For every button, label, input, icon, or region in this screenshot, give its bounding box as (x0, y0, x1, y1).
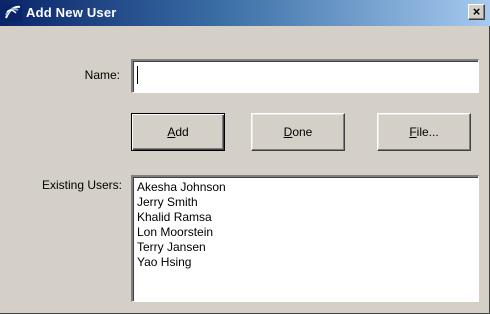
done-button-label: one (292, 125, 313, 139)
done-button-accel: D (283, 125, 293, 139)
file-button-label: ile... (416, 125, 439, 139)
add-button-label: dd (175, 125, 189, 139)
text-caret (137, 66, 138, 84)
window-title: Add New User (26, 5, 117, 20)
list-item[interactable]: Khalid Ramsa (137, 210, 474, 225)
close-button[interactable]: × (468, 4, 485, 20)
existing-users-list[interactable]: Akesha Johnson Jerry Smith Khalid Ramsa … (131, 175, 479, 302)
title-bar[interactable]: Add New User × (0, 0, 490, 26)
list-item[interactable]: Yao Hsing (137, 255, 474, 270)
list-item[interactable]: Akesha Johnson (137, 180, 474, 195)
name-label: Name: (84, 68, 120, 82)
app-icon (4, 4, 22, 22)
add-button[interactable]: Add (131, 113, 225, 151)
file-button-accel: F (409, 125, 417, 139)
add-new-user-dialog: Add New User × Name: Add Done File... Ex… (0, 0, 490, 314)
done-button[interactable]: Done (251, 113, 345, 151)
name-input[interactable] (131, 59, 479, 93)
close-icon: × (472, 4, 481, 19)
existing-users-label: Existing Users: (41, 178, 122, 192)
file-button[interactable]: File... (377, 113, 471, 151)
list-item[interactable]: Lon Moorstein (137, 225, 474, 240)
list-item[interactable]: Jerry Smith (137, 195, 474, 210)
list-item[interactable]: Terry Jansen (137, 240, 474, 255)
